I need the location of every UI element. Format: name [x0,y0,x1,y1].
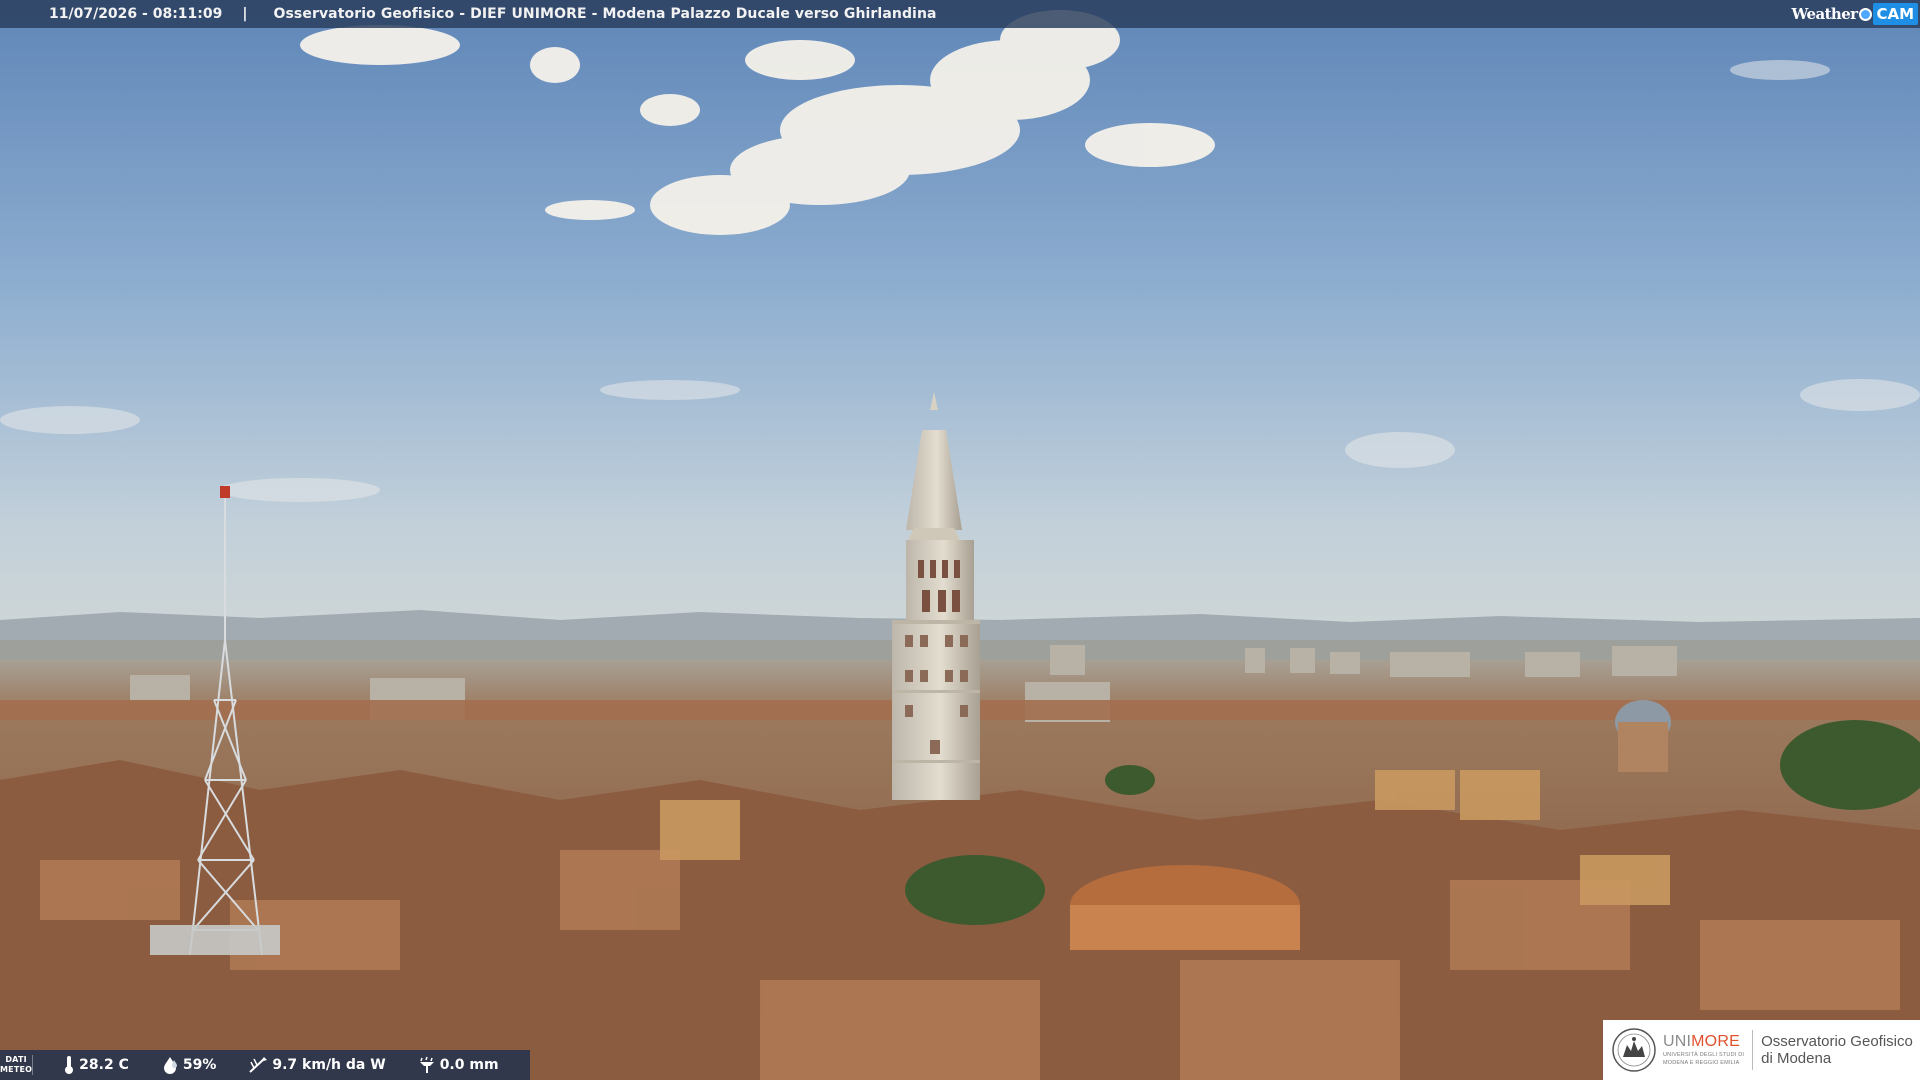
meteo-label-line1: DATI [5,1055,27,1064]
unimore-name-uni: UNI [1663,1032,1692,1050]
unimore-subtitle-2: MODENA E REGGIO EMILIA [1663,1060,1740,1066]
weathercam-dot-icon [1859,7,1873,21]
observatory-line-1: Osservatorio Geofisico [1761,1033,1913,1050]
weathercam-logo: Weather CAM [1791,0,1920,28]
caption-separator: | [242,6,248,22]
thermometer-icon [65,1056,74,1074]
meteo-label: DATI METEO [0,1055,34,1075]
wind-item: 9.7 km/h da W [248,1056,386,1074]
unimore-seal-icon [1612,1028,1656,1072]
meteo-strip: DATI METEO 28.2 C 59% 9.7 km/h da W 0.0 … [0,1050,530,1080]
humidity-drop-icon [163,1057,177,1074]
meteo-label-line2: METEO [0,1065,33,1074]
weathercam-logo-cam: CAM [1873,3,1918,25]
humidity-item: 59% [161,1056,217,1074]
observatory-line-2: di Modena [1761,1050,1832,1067]
unimore-name-more: MORE [1691,1032,1740,1050]
camera-caption: Osservatorio Geofisico - DIEF UNIMORE - … [273,6,937,22]
humidity-value: 59% [182,1057,217,1073]
temperature-item: 28.2 C [63,1055,129,1075]
timestamp: 11/07/2026 - 08:11:09 [49,6,223,22]
wind-value: 9.7 km/h da W [272,1057,386,1073]
rain-gauge-icon [419,1056,434,1073]
unimore-wordmark: UNIMORE UNIVERSITÀ DEGLI STUDI DI MODENA… [1663,1032,1745,1067]
temperature-value: 28.2 C [79,1057,129,1073]
wind-vane-icon [249,1057,268,1073]
observatory-name: Osservatorio Geofisico di Modena [1761,1033,1913,1067]
unimore-subtitle-1: UNIVERSITÀ DEGLI STUDI DI [1663,1051,1745,1058]
caption-bar: 11/07/2026 - 08:11:09 | Osservatorio Geo… [0,0,1920,28]
rain-item: 0.0 mm [418,1056,499,1074]
webcam-image [0,0,1920,1080]
rain-value: 0.0 mm [439,1057,499,1073]
weathercam-logo-weather: Weather [1791,5,1858,23]
unimore-logo: UNIMORE UNIVERSITÀ DEGLI STUDI DI MODENA… [1603,1020,1920,1080]
logo-divider [1752,1030,1754,1070]
